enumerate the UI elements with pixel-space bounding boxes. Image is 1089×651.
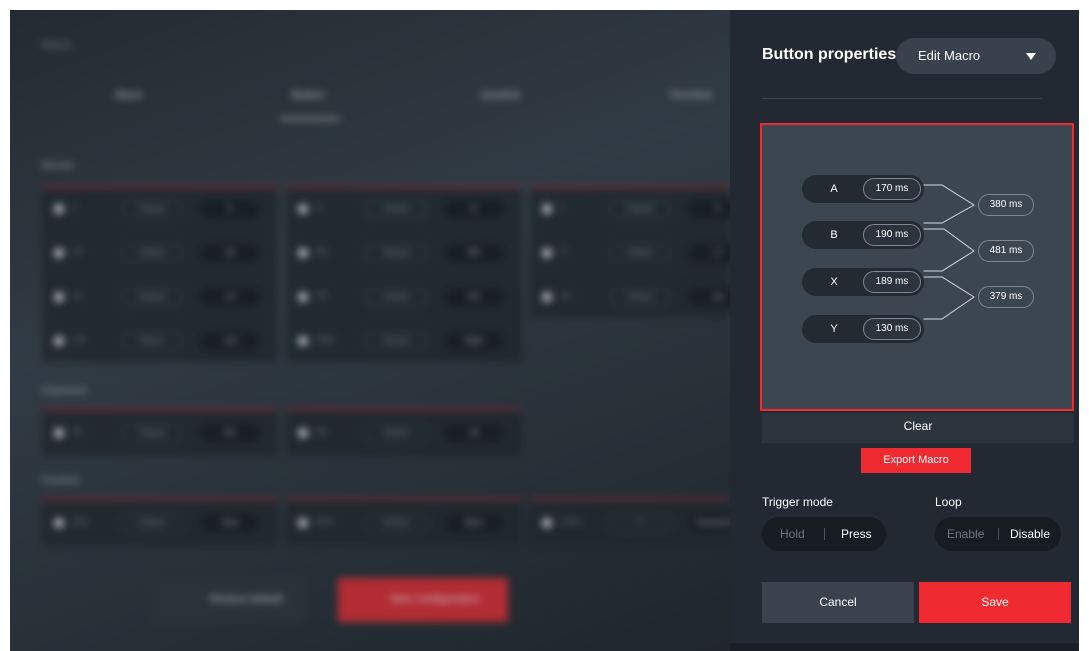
panel-bottom-edge [730,643,1079,651]
trigger-mode-press[interactable]: Press [841,517,872,551]
trigger-mode-toggle[interactable]: Hold Press [762,517,886,551]
macro-key-b[interactable]: B 190 ms [802,221,924,249]
macro-key-duration[interactable]: 189 ms [863,271,921,293]
loop-toggle[interactable]: Enable Disable [935,517,1061,551]
caret-down-icon [1026,53,1036,60]
macro-key-duration[interactable]: 130 ms [863,318,921,340]
connector-a-gap1 [923,184,975,206]
macro-gap-2[interactable]: 481 ms [978,240,1034,262]
macro-key-duration[interactable]: 190 ms [863,224,921,246]
save-button[interactable]: Save [919,582,1071,623]
toggle-separator [824,528,825,540]
macro-gap-3[interactable]: 379 ms [978,286,1034,308]
macro-key-label: A [830,183,838,195]
button-properties-panel: Button properties Edit Macro A 170 ms B [730,10,1079,651]
macro-key-label: Y [830,323,838,335]
connector-b-gap2 [923,228,975,252]
connector-b-gap1 [923,204,975,224]
macro-key-y[interactable]: Y 130 ms [802,315,924,343]
connector-y-gap3 [923,296,975,320]
trigger-mode-hold[interactable]: Hold [780,517,805,551]
macro-connector-lines [923,184,975,320]
macro-key-a[interactable]: A 170 ms [802,175,924,203]
connector-x-gap3 [923,276,975,298]
loop-disable[interactable]: Disable [1010,517,1050,551]
background-overlay [10,10,730,651]
loop-enable[interactable]: Enable [947,517,984,551]
export-macro-button[interactable]: Export Macro [861,448,971,473]
clear-button[interactable]: Clear [762,413,1074,443]
macro-key-label: X [830,276,838,288]
cancel-button[interactable]: Cancel [762,582,914,623]
macro-key-x[interactable]: X 189 ms [802,268,924,296]
background-app: Return Basic Button Joystick Function No… [10,10,730,651]
macro-editor[interactable]: A 170 ms B 190 ms X 189 ms Y 130 ms 380 … [760,123,1074,411]
mode-select-value: Edit Macro [918,48,981,63]
loop-label: Loop [935,495,962,509]
panel-divider [762,98,1042,99]
toggle-separator [998,528,999,540]
macro-key-duration[interactable]: 170 ms [863,178,921,200]
mode-select[interactable]: Edit Macro [896,38,1056,74]
macro-gap-1[interactable]: 380 ms [978,194,1034,216]
macro-key-label: B [830,229,838,241]
trigger-mode-label: Trigger mode [762,495,833,509]
panel-title: Button properties [762,46,897,63]
connector-x-gap2 [923,250,975,272]
